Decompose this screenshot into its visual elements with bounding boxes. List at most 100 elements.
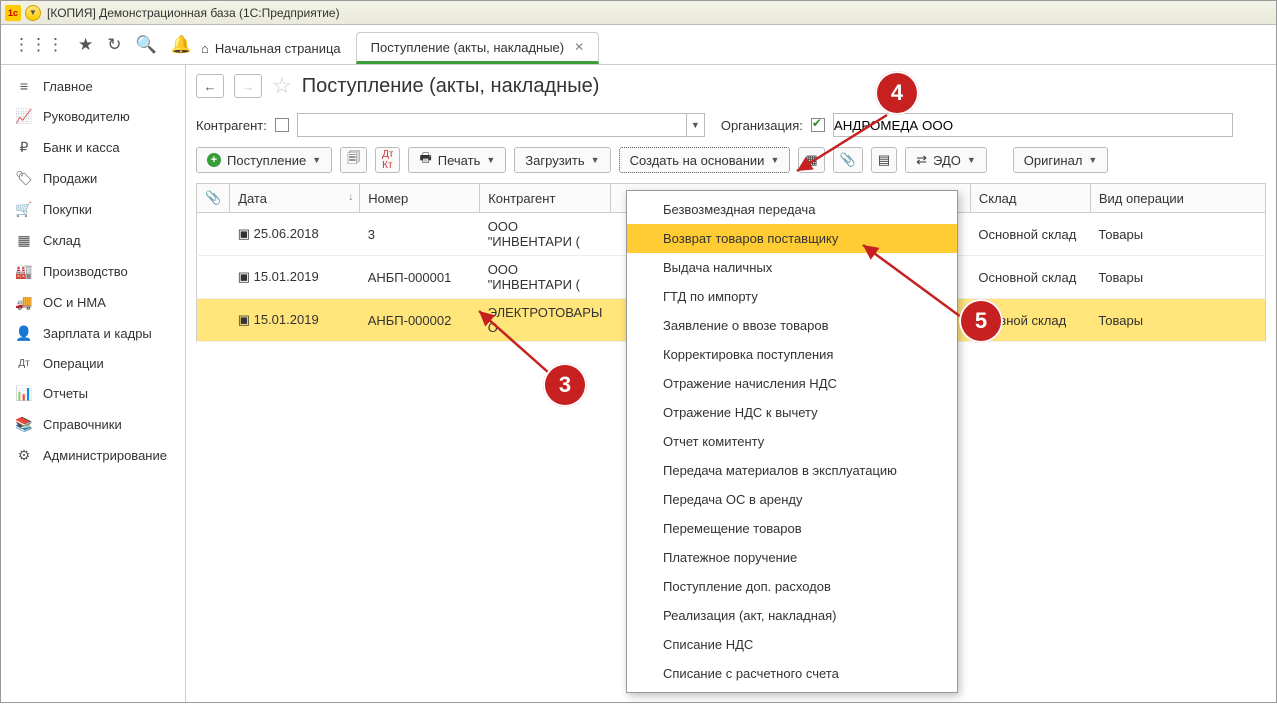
- menu-item[interactable]: Перемещение товаров: [627, 514, 957, 543]
- person-icon: 👤: [15, 325, 33, 342]
- chevron-down-icon: ▼: [486, 155, 495, 165]
- command-toolbar: + Поступление ▼ 🗐 ДтКт 🖶 Печать ▼ Загруз…: [196, 147, 1266, 173]
- printer-icon: 🖶: [419, 149, 431, 171]
- menu-item[interactable]: Списание НДС: [627, 630, 957, 659]
- truck-icon: 🚚: [15, 294, 33, 311]
- menu-item[interactable]: Безвозмездная передача: [627, 195, 957, 224]
- edo-icon: ⇄: [916, 152, 927, 168]
- tab-active-label: Поступление (акты, накладные): [371, 40, 564, 55]
- page-title: Поступление (акты, накладные): [302, 75, 600, 98]
- sidebar-item-production[interactable]: 🏭Производство: [1, 256, 185, 287]
- menu-item[interactable]: Отражение начисления НДС: [627, 369, 957, 398]
- forward-button[interactable]: →: [234, 74, 262, 98]
- dtkt-button[interactable]: ДтКт: [375, 147, 400, 173]
- sidebar-item-manager[interactable]: 📈Руководителю: [1, 101, 185, 132]
- plus-icon: +: [207, 153, 221, 167]
- sidebar-item-sales[interactable]: 🏷 Продажи: [1, 163, 185, 194]
- sidebar-item-label: Главное: [43, 79, 93, 94]
- annotation-marker-5: 5: [959, 299, 1003, 343]
- tag-icon: 🏷: [15, 170, 33, 187]
- col-attach[interactable]: 📎: [197, 184, 230, 213]
- menu-item[interactable]: Поступление доп. расходов: [627, 572, 957, 601]
- document-icon: ▣: [238, 269, 250, 284]
- col-number[interactable]: Номер: [360, 184, 480, 213]
- sidebar-item-assets[interactable]: 🚚 ОС и НМА: [1, 287, 185, 318]
- registry-button[interactable]: ▦: [798, 147, 824, 173]
- counterparty-input[interactable]: [297, 113, 687, 137]
- menu-item[interactable]: Заявление о ввозе товаров: [627, 311, 957, 340]
- sidebar-item-reports[interactable]: 📊Отчеты: [1, 378, 185, 409]
- sidebar-item-payroll[interactable]: 👤 Зарплата и кадры: [1, 318, 185, 349]
- search-icon[interactable]: 🔍: [136, 35, 157, 55]
- sidebar-item-admin[interactable]: ⚙Администрирование: [1, 440, 185, 471]
- col-optype[interactable]: Вид операции: [1090, 184, 1265, 213]
- tab-home[interactable]: ⌂ Начальная страница: [186, 32, 356, 64]
- history-icon[interactable]: ↻: [107, 35, 121, 55]
- sidebar-item-label: Операции: [43, 356, 104, 371]
- sidebar-item-label: Продажи: [43, 171, 97, 186]
- back-button[interactable]: ←: [196, 74, 224, 98]
- sidebar-item-purchases[interactable]: 🛒Покупки: [1, 194, 185, 225]
- ruble-icon: ₽: [15, 139, 33, 156]
- menu-item[interactable]: Отчет комитенту: [627, 427, 957, 456]
- window-titlebar: 1c ▼ [КОПИЯ] Демонстрационная база (1С:П…: [1, 1, 1276, 25]
- star-icon[interactable]: ★: [78, 35, 93, 55]
- sidebar-item-bank[interactable]: ₽ Банк и касса: [1, 132, 185, 163]
- sidebar-item-warehouse[interactable]: ▦Склад: [1, 225, 185, 256]
- favorite-star-icon[interactable]: ☆: [272, 73, 292, 99]
- col-date[interactable]: Дата↓: [230, 184, 360, 213]
- app-logo-icon: 1c: [5, 5, 21, 21]
- tab-active[interactable]: Поступление (акты, накладные) ✕: [356, 32, 600, 64]
- attach-button[interactable]: 📎: [833, 147, 863, 173]
- organization-input[interactable]: [833, 113, 1233, 137]
- filter-row: Контрагент: ▼ Организация:: [196, 113, 1266, 137]
- page-header: ← → ☆ Поступление (акты, накладные): [196, 73, 1266, 99]
- receipt-button[interactable]: + Поступление ▼: [196, 147, 332, 173]
- sidebar-item-label: Банк и касса: [43, 140, 120, 155]
- navigation-sidebar: ≡Главное 📈Руководителю ₽ Банк и касса 🏷 Пр…: [1, 65, 186, 702]
- counterparty-dropdown-icon[interactable]: ▼: [687, 113, 705, 137]
- document-icon: ▣: [238, 312, 250, 327]
- refresh-button[interactable]: 🗐: [340, 147, 367, 173]
- original-label: Оригинал: [1024, 153, 1083, 168]
- sidebar-item-operations[interactable]: ДтОперации: [1, 349, 185, 378]
- menu-item[interactable]: Корректировка поступления: [627, 340, 957, 369]
- sidebar-item-label: Склад: [43, 233, 81, 248]
- paperclip-icon: 📎: [840, 152, 856, 168]
- menu-item[interactable]: Выдача наличных: [627, 253, 957, 282]
- sidebar-item-label: Зарплата и кадры: [43, 326, 152, 341]
- menu-item[interactable]: Списание с расчетного счета: [627, 659, 957, 688]
- organization-checkbox[interactable]: [811, 118, 825, 132]
- close-icon[interactable]: ✕: [574, 40, 584, 54]
- chevron-down-icon: ▼: [967, 155, 976, 165]
- sidebar-item-main[interactable]: ≡Главное: [1, 71, 185, 101]
- registry-icon: ▦: [805, 152, 817, 168]
- menu-item[interactable]: Платежное поручение: [627, 543, 957, 572]
- print-button[interactable]: 🖶 Печать ▼: [408, 147, 506, 173]
- menu-item[interactable]: Передача ОС в аренду: [627, 485, 957, 514]
- col-counterparty[interactable]: Контрагент: [480, 184, 611, 213]
- menu-item[interactable]: Реализация (акт, накладная): [627, 601, 957, 630]
- factory-icon: 🏭: [15, 263, 33, 280]
- cart-icon: 🛒: [15, 201, 33, 218]
- list-icon: ▤: [878, 152, 890, 168]
- edo-button[interactable]: ⇄ ЭДО ▼: [905, 147, 987, 173]
- menu-item[interactable]: Возврат товаров поставщику: [627, 224, 957, 253]
- window-dropdown-button[interactable]: ▼: [25, 5, 41, 21]
- menu-item[interactable]: ГТД по импорту: [627, 282, 957, 311]
- col-warehouse[interactable]: Склад: [970, 184, 1090, 213]
- menu-item[interactable]: Передача материалов в эксплуатацию: [627, 456, 957, 485]
- menu-item[interactable]: Отражение НДС к вычету: [627, 398, 957, 427]
- list-button[interactable]: ▤: [871, 147, 897, 173]
- sidebar-item-label: ОС и НМА: [43, 295, 106, 310]
- sort-desc-icon: ↓: [348, 192, 353, 203]
- original-button[interactable]: Оригинал ▼: [1013, 147, 1109, 173]
- sidebar-item-references[interactable]: 📚Справочники: [1, 409, 185, 440]
- edo-label: ЭДО: [933, 153, 961, 168]
- create-based-button[interactable]: Создать на основании ▼: [619, 147, 791, 173]
- load-button[interactable]: Загрузить ▼: [514, 147, 610, 173]
- main-content: ← → ☆ Поступление (акты, накладные) Конт…: [186, 65, 1276, 702]
- home-icon: ⌂: [201, 41, 209, 56]
- counterparty-checkbox[interactable]: [275, 118, 289, 132]
- apps-icon[interactable]: ⋮⋮⋮: [13, 35, 64, 55]
